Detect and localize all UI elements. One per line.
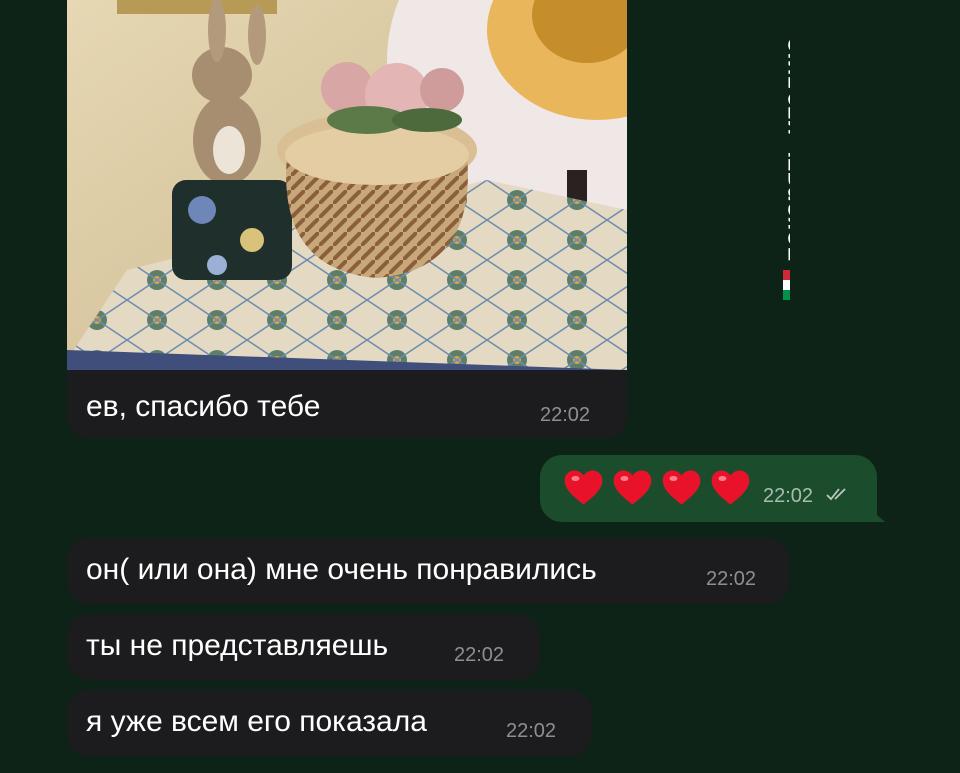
message-text: он( или она) мне очень понравились — [86, 553, 597, 586]
message-photo[interactable] — [67, 0, 627, 370]
heart-icon — [564, 470, 603, 505]
message-text: ты не представляешь — [86, 629, 389, 662]
bubble-tail — [869, 508, 885, 522]
side-banner: покорять италию — [750, 0, 790, 320]
message-time: 22:02 — [454, 644, 505, 666]
heart-icon — [662, 470, 701, 505]
message-time: 22:02 — [506, 720, 557, 742]
message-time: 22:02 — [763, 485, 814, 507]
heart-icon — [613, 470, 652, 505]
heart-emojis — [562, 466, 752, 509]
incoming-message[interactable]: я уже всем его показала 22:02 — [67, 690, 592, 756]
photo-message[interactable]: ев, спасибо тебе 22:02 — [67, 0, 627, 438]
double-check-icon — [826, 488, 846, 501]
incoming-message[interactable]: ты не представляешь 22:02 — [67, 614, 540, 680]
heart-icon — [711, 470, 750, 505]
outgoing-message[interactable]: 22:02 — [540, 455, 885, 522]
italy-flag-icon — [782, 270, 790, 300]
incoming-message[interactable]: он( или она) мне очень понравились 22:02 — [67, 538, 789, 604]
message-text: я уже всем его показала — [86, 705, 427, 738]
side-banner-text: покорять италию — [778, 37, 790, 262]
message-text: ев, спасибо тебе — [86, 390, 321, 423]
message-time: 22:02 — [706, 568, 757, 590]
message-time: 22:02 — [540, 404, 591, 426]
